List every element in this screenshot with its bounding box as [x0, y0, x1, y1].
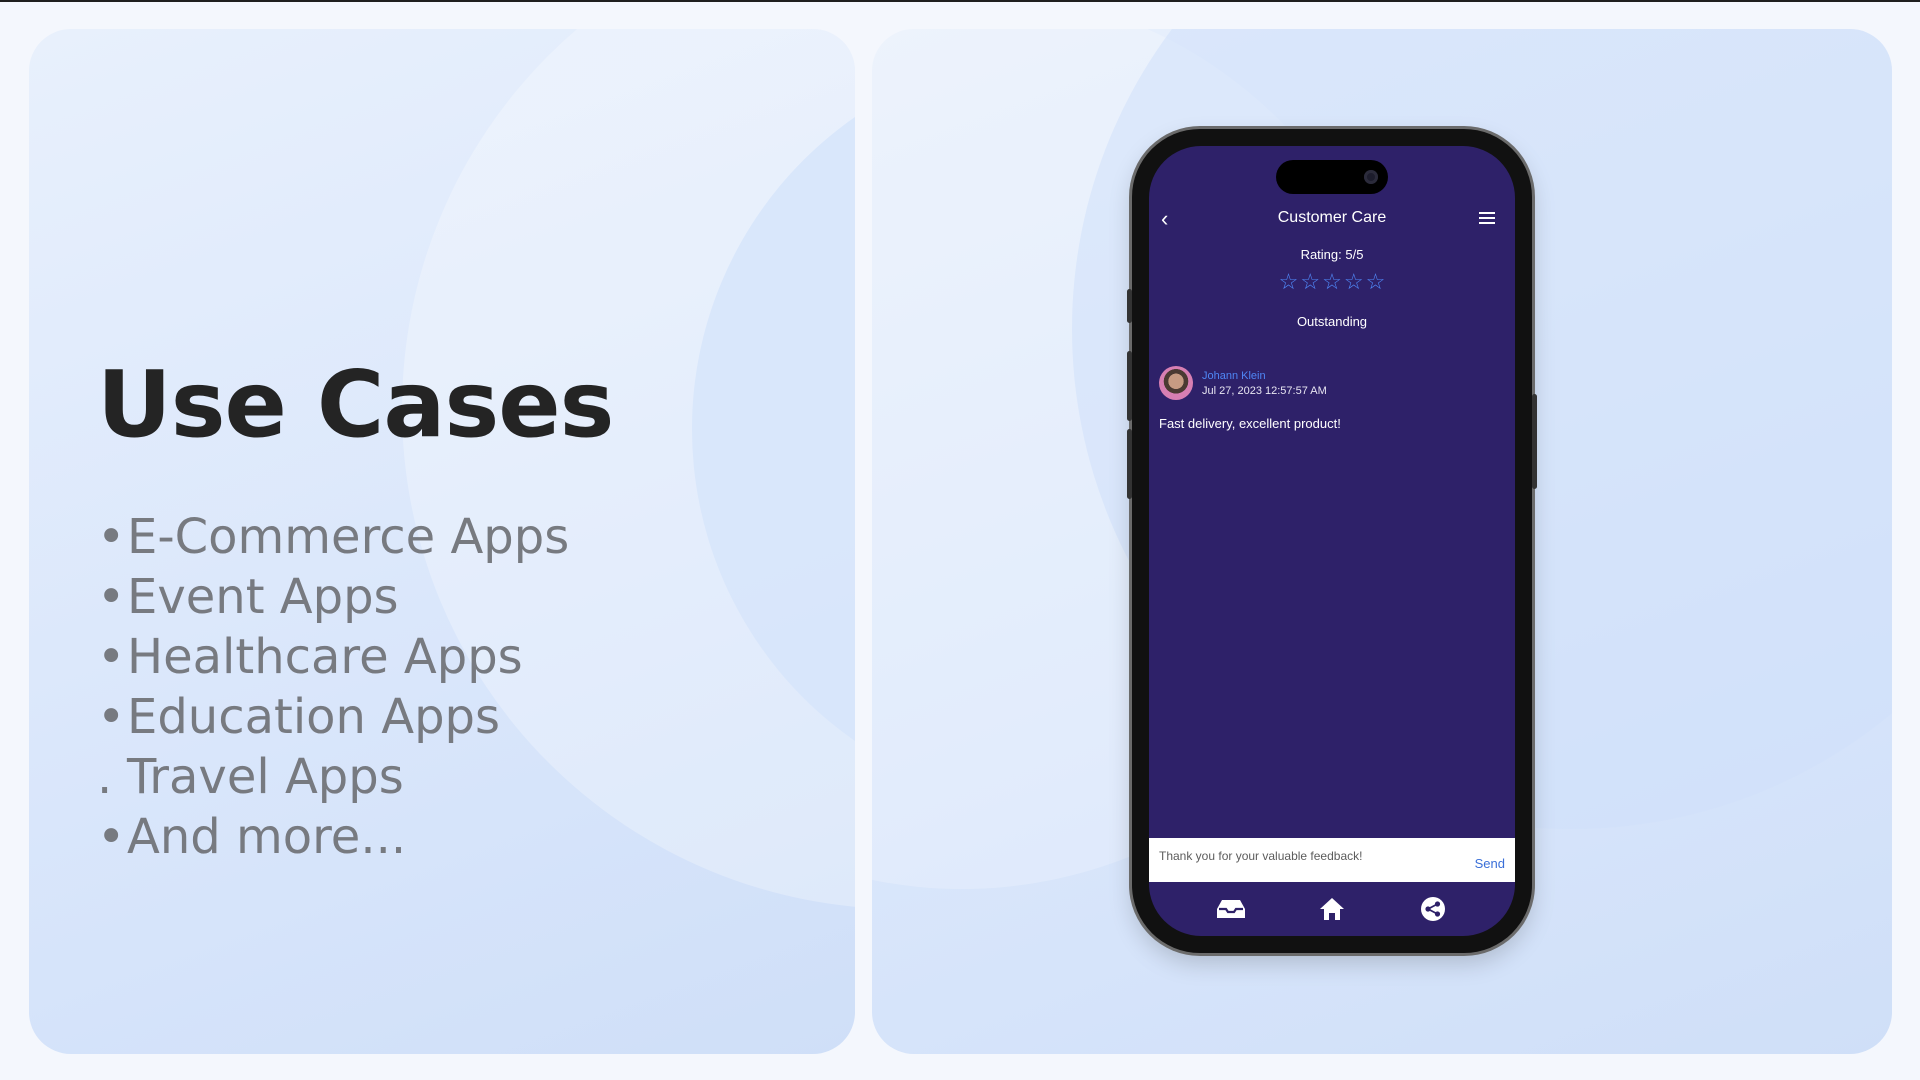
use-case-item: • And more... [97, 807, 569, 867]
use-case-label: Event Apps [127, 569, 399, 625]
bullet: • [97, 509, 126, 565]
reply-input[interactable] [1159, 849, 1475, 863]
hamburger-menu-icon[interactable] [1479, 212, 1495, 226]
phone-side-button [1127, 289, 1132, 323]
use-case-list: • E-Commerce Apps • Event Apps • Healthcare… [97, 507, 569, 867]
share-icon[interactable] [1416, 892, 1450, 926]
review-date: Jul 27, 2023 12:57:57 AM [1202, 385, 1327, 397]
use-case-item: • Event Apps [97, 567, 569, 627]
use-case-label: And more... [127, 809, 407, 865]
avatar [1159, 366, 1193, 400]
use-case-label: E-Commerce Apps [127, 509, 570, 565]
top-border [0, 0, 1920, 2]
use-case-item: • Education Apps [97, 687, 569, 747]
use-case-item: . Travel Apps [97, 747, 569, 807]
review-author[interactable]: Johann Klein [1202, 370, 1266, 382]
use-case-item: • E-Commerce Apps [97, 507, 569, 567]
bullet: • [97, 569, 126, 625]
app-header: ‹ Customer Care [1149, 204, 1515, 234]
inbox-icon[interactable] [1214, 892, 1248, 926]
rating-description: Outstanding [1296, 314, 1368, 329]
use-case-label: Travel Apps [127, 749, 404, 805]
star-icon[interactable]: ☆ [1366, 270, 1386, 294]
page-title: Use Cases [97, 351, 614, 458]
star-icon[interactable]: ☆ [1300, 270, 1320, 294]
phone-side-button [1127, 429, 1132, 499]
screen-title: Customer Care [1277, 209, 1387, 226]
use-case-item: • Healthcare Apps [97, 627, 569, 687]
review-text: Fast delivery, excellent product! [1159, 416, 1341, 431]
camera-icon [1364, 170, 1378, 184]
use-case-label: Healthcare Apps [127, 629, 523, 685]
phone-side-button [1127, 351, 1132, 421]
bullet: • [97, 689, 126, 745]
bullet: • [97, 629, 126, 685]
home-icon[interactable] [1315, 892, 1349, 926]
dynamic-island [1276, 160, 1388, 194]
phone-side-button [1532, 394, 1537, 489]
app-screen: ‹ Customer Care Rating: 5/5 ☆ ☆ ☆ ☆ ☆ Ou… [1149, 146, 1515, 936]
phone-mockup: ‹ Customer Care Rating: 5/5 ☆ ☆ ☆ ☆ ☆ Ou… [1127, 129, 1537, 953]
use-cases-panel: Use Cases • E-Commerce Apps • Event Apps •… [29, 29, 855, 1054]
star-icon[interactable]: ☆ [1344, 270, 1364, 294]
star-rating[interactable]: ☆ ☆ ☆ ☆ ☆ [1149, 270, 1515, 294]
use-case-label: Education Apps [127, 689, 501, 745]
send-button[interactable]: Send [1475, 856, 1505, 871]
bullet: . [97, 749, 113, 805]
bullet: • [97, 809, 126, 865]
rating-label: Rating: 5/5 [1300, 247, 1364, 262]
star-icon[interactable]: ☆ [1279, 270, 1299, 294]
bottom-tab-bar [1149, 882, 1515, 936]
star-icon[interactable]: ☆ [1322, 270, 1342, 294]
reply-bar: Send [1149, 838, 1515, 882]
